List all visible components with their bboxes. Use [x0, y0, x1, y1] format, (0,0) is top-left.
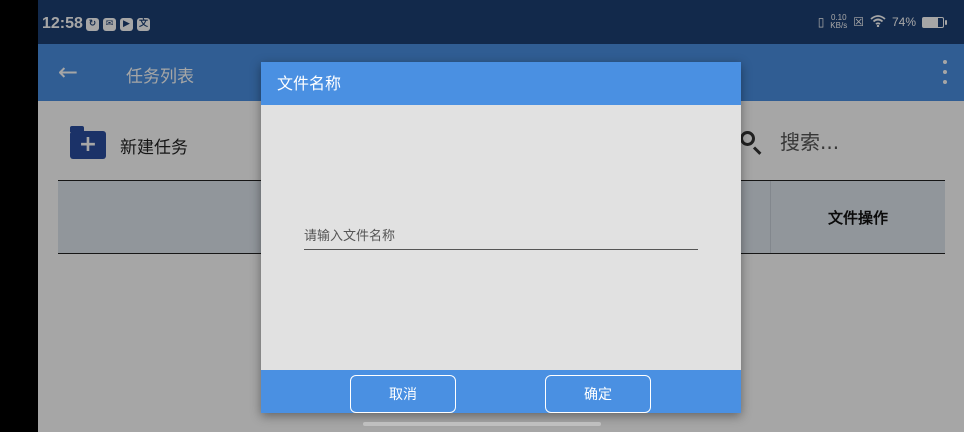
file-name-input[interactable]	[304, 224, 698, 248]
left-black-bar	[0, 0, 38, 432]
dialog-title: 文件名称	[261, 62, 741, 105]
cancel-button[interactable]: 取消	[350, 375, 456, 413]
app-screen: 12:58 ↻ ✉ ▶ 文 ▯ 0.10 KB/s ☒ 74% ← 任务列表 +	[38, 0, 964, 432]
dialog-footer: 取消 确定	[261, 370, 741, 413]
confirm-button[interactable]: 确定	[545, 375, 651, 413]
file-name-field	[304, 224, 698, 250]
file-name-dialog: 文件名称 取消 确定	[261, 62, 741, 413]
home-indicator[interactable]	[363, 422, 601, 426]
